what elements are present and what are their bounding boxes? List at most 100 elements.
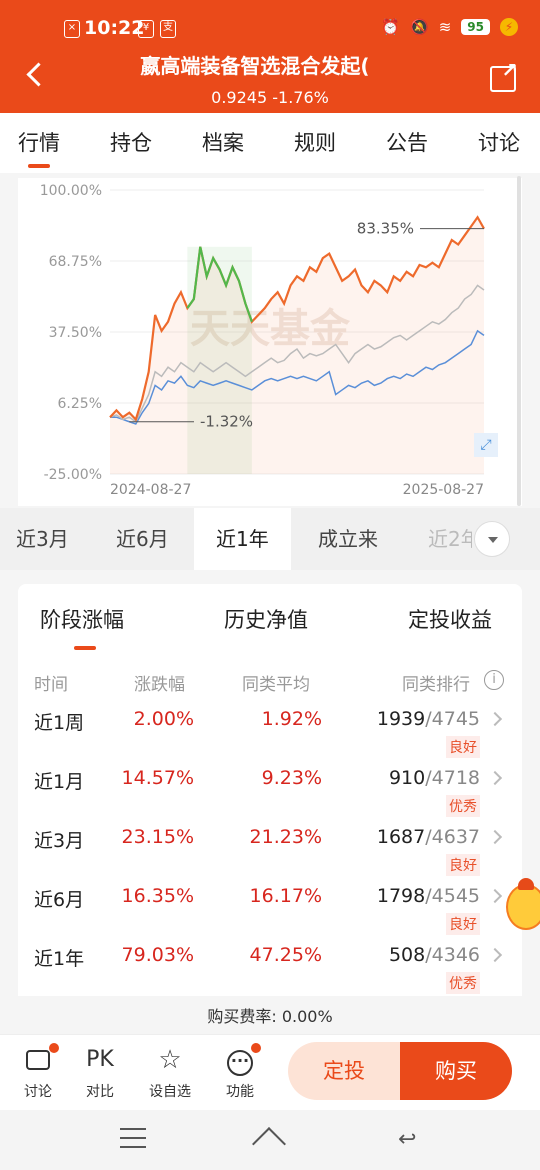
row-period: 近1周 — [34, 712, 85, 734]
chevron-right-icon — [487, 711, 503, 727]
nav-change-pct: -1.76% — [272, 88, 329, 107]
table-row[interactable]: 近6月 16.35% 16.17% 1798/4545 良好 — [18, 877, 522, 937]
rank-value: 1939 — [376, 708, 426, 730]
rating-badge: 优秀 — [446, 795, 480, 817]
discussion-button[interactable]: 讨论 — [13, 1043, 63, 1101]
rating-badge: 良好 — [446, 736, 480, 758]
row-period: 近3月 — [34, 830, 85, 852]
row-avg: 47.25% — [249, 944, 322, 966]
row-change: 16.35% — [121, 885, 194, 907]
period-1y[interactable]: 近1年 — [194, 508, 291, 570]
subtab-sip-return[interactable]: 定投收益 — [408, 604, 492, 634]
tab-market[interactable]: 行情 — [18, 113, 60, 173]
mascot-floating-icon[interactable] — [506, 878, 540, 930]
scrollbar[interactable] — [517, 176, 521, 506]
rank-value: 1687 — [376, 826, 426, 848]
row-period: 近6月 — [34, 889, 85, 911]
back-icon[interactable] — [24, 62, 46, 88]
wifi-icon: ≋ — [438, 18, 452, 36]
rating-badge: 优秀 — [446, 972, 480, 994]
row-avg: 16.17% — [249, 885, 322, 907]
compare-button[interactable]: PK 对比 — [75, 1045, 125, 1101]
period-2y[interactable]: 近2年 — [428, 508, 472, 570]
chat-icon — [26, 1050, 50, 1070]
table-row[interactable]: 近1月 14.57% 9.23% 910/4718 优秀 — [18, 759, 522, 819]
status-time: 10:22 — [84, 17, 145, 39]
row-period: 近1年 — [34, 948, 85, 970]
row-period: 近1月 — [34, 771, 85, 793]
row-avg: 9.23% — [261, 767, 322, 789]
bottom-action-bar: 讨论 PK 对比 ☆ 设自选 ··· 功能 定投 购买 — [0, 1034, 540, 1110]
y-tick-label: 37.50% — [49, 325, 102, 341]
sip-button[interactable]: 定投 — [288, 1042, 400, 1100]
tab-announcements[interactable]: 公告 — [386, 113, 428, 173]
subtab-nav-history[interactable]: 历史净值 — [224, 604, 308, 634]
performance-chart[interactable]: 100.00%68.75%37.50%6.25%-25.00%天天基金83.35… — [18, 178, 522, 506]
period-selector: 近3月 近6月 近1年 成立来 近2年 — [0, 508, 540, 570]
buy-button[interactable]: 购买 — [400, 1042, 512, 1100]
subtab-stage-return[interactable]: 阶段涨幅 — [40, 604, 124, 650]
row-rank: 1687/4637 — [377, 826, 480, 848]
star-icon: ☆ — [158, 1045, 182, 1075]
watchlist-label: 设自选 — [149, 1084, 191, 1100]
performance-card: 阶段涨幅 历史净值 定投收益 时间 涨跌幅 同类平均 同类排行 i 近1周 2.… — [18, 584, 522, 996]
row-avg: 1.92% — [261, 708, 322, 730]
share-icon[interactable] — [490, 58, 518, 92]
chevron-right-icon — [487, 947, 503, 963]
period-6m[interactable]: 近6月 — [116, 508, 169, 570]
y-tick-label: 100.00% — [40, 183, 102, 199]
alarm-icon: ⏰ — [381, 18, 401, 36]
purchase-fee: 购买费率: 0.00% — [207, 1007, 333, 1026]
expand-icon[interactable]: ⤢ — [474, 433, 498, 457]
y-tick-label: -25.00% — [44, 467, 102, 483]
row-change: 2.00% — [133, 708, 194, 730]
period-3m[interactable]: 近3月 — [16, 508, 69, 570]
header-bar: × 10:22 ¥ 支 ⏰ 🔕 ≋ 95 ⚡ 嬴高端装备智选混合发起( 0.92… — [0, 0, 540, 113]
system-nav-bar: ↩ — [0, 1110, 540, 1170]
nav-change: 0.9245 -1.76% — [0, 88, 540, 107]
row-rank: 1939/4745 — [377, 708, 480, 730]
tab-profile[interactable]: 档案 — [202, 113, 244, 173]
tab-discussion[interactable]: 讨论 — [478, 113, 520, 173]
info-icon[interactable]: i — [484, 670, 504, 690]
rating-badge: 良好 — [446, 854, 480, 876]
more-icon: ··· — [227, 1050, 253, 1076]
chevron-down-icon[interactable] — [474, 521, 510, 557]
back-nav-icon[interactable]: ↩ — [398, 1128, 428, 1152]
tab-rules[interactable]: 规则 — [294, 113, 336, 173]
functions-button[interactable]: ··· 功能 — [215, 1043, 265, 1101]
table-row[interactable]: 近1年 79.03% 47.25% 508/4346 优秀 — [18, 936, 522, 996]
tab-holdings[interactable]: 持仓 — [110, 113, 152, 173]
y-tick-label: 68.75% — [49, 254, 102, 270]
pk-icon: PK — [86, 1047, 114, 1072]
rating-badge: 良好 — [446, 913, 480, 935]
fund-title: 嬴高端装备智选混合发起( — [140, 54, 370, 78]
table-row[interactable]: 近3月 23.15% 21.23% 1687/4637 良好 — [18, 818, 522, 878]
rank-total: /4718 — [425, 767, 480, 789]
row-avg: 21.23% — [249, 826, 322, 848]
col-category-avg: 同类平均 — [242, 675, 310, 695]
charging-icon: ⚡ — [500, 18, 518, 36]
period-since-inception[interactable]: 成立来 — [318, 508, 378, 570]
row-change: 79.03% — [121, 944, 194, 966]
end-value-label: 83.35% — [357, 220, 414, 238]
home-icon[interactable] — [253, 1128, 283, 1152]
col-category-rank: 同类排行 — [402, 675, 470, 695]
row-change: 23.15% — [121, 826, 194, 848]
recent-apps-icon[interactable] — [120, 1128, 150, 1152]
col-change: 涨跌幅 — [134, 675, 185, 695]
app-notification-icon-2: 支 — [160, 20, 176, 38]
discussion-label: 讨论 — [24, 1084, 52, 1100]
app-notification-icon: ¥ — [138, 20, 154, 38]
area-fill — [110, 217, 484, 474]
add-watchlist-button[interactable]: ☆ 设自选 — [145, 1045, 195, 1101]
rank-total: /4346 — [425, 944, 480, 966]
nav-value: 0.9245 — [211, 88, 268, 107]
y-tick-label: 6.25% — [58, 396, 102, 412]
table-row[interactable]: 近1周 2.00% 1.92% 1939/4745 良好 — [18, 700, 522, 760]
rank-value: 1798 — [376, 885, 426, 907]
notification-icon: × — [64, 20, 80, 38]
notification-dot — [251, 1043, 261, 1053]
status-bar: × 10:22 ¥ 支 ⏰ 🔕 ≋ 95 ⚡ — [0, 0, 540, 48]
rank-total: /4745 — [425, 708, 480, 730]
